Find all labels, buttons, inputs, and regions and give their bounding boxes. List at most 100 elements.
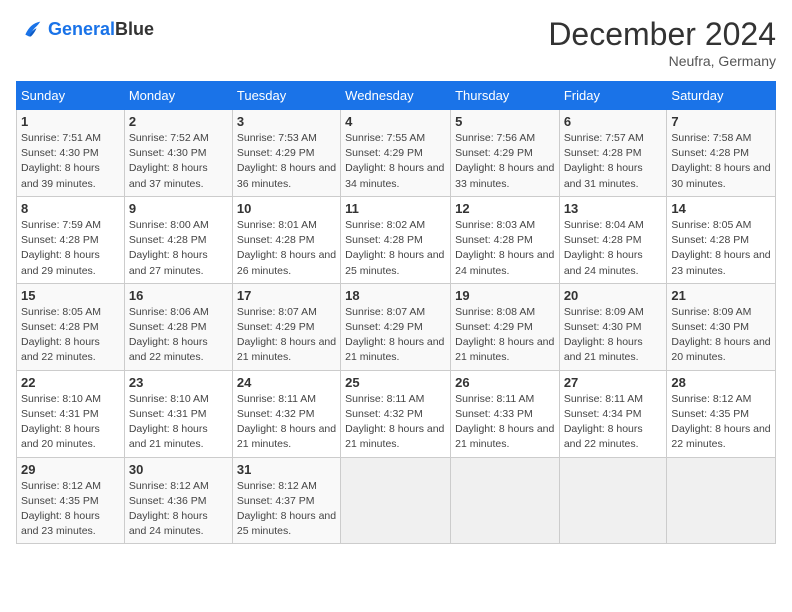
calendar-cell: 6 Sunrise: 7:57 AM Sunset: 4:28 PM Dayli… bbox=[559, 110, 667, 197]
day-info: Sunrise: 7:55 AM Sunset: 4:29 PM Dayligh… bbox=[345, 131, 446, 192]
day-info: Sunrise: 8:12 AM Sunset: 4:37 PM Dayligh… bbox=[237, 479, 336, 540]
day-number: 15 bbox=[21, 288, 120, 303]
day-number: 7 bbox=[671, 114, 771, 129]
calendar-cell: 2 Sunrise: 7:52 AM Sunset: 4:30 PM Dayli… bbox=[124, 110, 232, 197]
day-info: Sunrise: 8:00 AM Sunset: 4:28 PM Dayligh… bbox=[129, 218, 228, 279]
logo: GeneralBlue bbox=[16, 16, 154, 44]
day-number: 28 bbox=[671, 375, 771, 390]
calendar-cell: 26 Sunrise: 8:11 AM Sunset: 4:33 PM Dayl… bbox=[451, 370, 560, 457]
page-header: GeneralBlue December 2024 Neufra, German… bbox=[16, 16, 776, 69]
calendar-table: SundayMondayTuesdayWednesdayThursdayFrid… bbox=[16, 81, 776, 544]
day-info: Sunrise: 7:58 AM Sunset: 4:28 PM Dayligh… bbox=[671, 131, 771, 192]
day-number: 13 bbox=[564, 201, 663, 216]
calendar-cell: 30 Sunrise: 8:12 AM Sunset: 4:36 PM Dayl… bbox=[124, 457, 232, 544]
day-number: 9 bbox=[129, 201, 228, 216]
calendar-cell: 9 Sunrise: 8:00 AM Sunset: 4:28 PM Dayli… bbox=[124, 196, 232, 283]
day-number: 24 bbox=[237, 375, 336, 390]
location: Neufra, Germany bbox=[548, 53, 776, 69]
day-info: Sunrise: 8:11 AM Sunset: 4:32 PM Dayligh… bbox=[345, 392, 446, 453]
calendar-cell: 13 Sunrise: 8:04 AM Sunset: 4:28 PM Dayl… bbox=[559, 196, 667, 283]
calendar-cell: 21 Sunrise: 8:09 AM Sunset: 4:30 PM Dayl… bbox=[667, 283, 776, 370]
day-number: 25 bbox=[345, 375, 446, 390]
day-info: Sunrise: 8:11 AM Sunset: 4:34 PM Dayligh… bbox=[564, 392, 663, 453]
calendar-cell: 16 Sunrise: 8:06 AM Sunset: 4:28 PM Dayl… bbox=[124, 283, 232, 370]
day-number: 4 bbox=[345, 114, 446, 129]
day-info: Sunrise: 8:01 AM Sunset: 4:28 PM Dayligh… bbox=[237, 218, 336, 279]
calendar-cell: 25 Sunrise: 8:11 AM Sunset: 4:32 PM Dayl… bbox=[341, 370, 451, 457]
calendar-cell: 28 Sunrise: 8:12 AM Sunset: 4:35 PM Dayl… bbox=[667, 370, 776, 457]
calendar-cell: 17 Sunrise: 8:07 AM Sunset: 4:29 PM Dayl… bbox=[232, 283, 340, 370]
calendar-cell: 15 Sunrise: 8:05 AM Sunset: 4:28 PM Dayl… bbox=[17, 283, 125, 370]
day-number: 16 bbox=[129, 288, 228, 303]
day-of-week-header: Thursday bbox=[451, 82, 560, 110]
calendar-cell: 1 Sunrise: 7:51 AM Sunset: 4:30 PM Dayli… bbox=[17, 110, 125, 197]
calendar-cell: 11 Sunrise: 8:02 AM Sunset: 4:28 PM Dayl… bbox=[341, 196, 451, 283]
day-info: Sunrise: 8:07 AM Sunset: 4:29 PM Dayligh… bbox=[345, 305, 446, 366]
day-number: 10 bbox=[237, 201, 336, 216]
day-number: 1 bbox=[21, 114, 120, 129]
day-number: 30 bbox=[129, 462, 228, 477]
day-info: Sunrise: 8:12 AM Sunset: 4:35 PM Dayligh… bbox=[671, 392, 771, 453]
calendar-cell bbox=[667, 457, 776, 544]
day-number: 8 bbox=[21, 201, 120, 216]
calendar-cell: 12 Sunrise: 8:03 AM Sunset: 4:28 PM Dayl… bbox=[451, 196, 560, 283]
day-number: 5 bbox=[455, 114, 555, 129]
calendar-cell: 19 Sunrise: 8:08 AM Sunset: 4:29 PM Dayl… bbox=[451, 283, 560, 370]
logo-icon bbox=[16, 16, 44, 44]
day-number: 2 bbox=[129, 114, 228, 129]
day-number: 20 bbox=[564, 288, 663, 303]
calendar-cell bbox=[341, 457, 451, 544]
calendar-cell: 22 Sunrise: 8:10 AM Sunset: 4:31 PM Dayl… bbox=[17, 370, 125, 457]
calendar-row: 22 Sunrise: 8:10 AM Sunset: 4:31 PM Dayl… bbox=[17, 370, 776, 457]
day-of-week-header: Monday bbox=[124, 82, 232, 110]
calendar-cell: 7 Sunrise: 7:58 AM Sunset: 4:28 PM Dayli… bbox=[667, 110, 776, 197]
day-of-week-header: Wednesday bbox=[341, 82, 451, 110]
day-info: Sunrise: 7:57 AM Sunset: 4:28 PM Dayligh… bbox=[564, 131, 663, 192]
day-info: Sunrise: 7:59 AM Sunset: 4:28 PM Dayligh… bbox=[21, 218, 120, 279]
calendar-cell: 10 Sunrise: 8:01 AM Sunset: 4:28 PM Dayl… bbox=[232, 196, 340, 283]
day-info: Sunrise: 8:04 AM Sunset: 4:28 PM Dayligh… bbox=[564, 218, 663, 279]
day-info: Sunrise: 8:11 AM Sunset: 4:32 PM Dayligh… bbox=[237, 392, 336, 453]
calendar-row: 1 Sunrise: 7:51 AM Sunset: 4:30 PM Dayli… bbox=[17, 110, 776, 197]
day-number: 31 bbox=[237, 462, 336, 477]
day-of-week-header: Tuesday bbox=[232, 82, 340, 110]
day-info: Sunrise: 8:05 AM Sunset: 4:28 PM Dayligh… bbox=[21, 305, 120, 366]
day-info: Sunrise: 8:07 AM Sunset: 4:29 PM Dayligh… bbox=[237, 305, 336, 366]
day-info: Sunrise: 8:02 AM Sunset: 4:28 PM Dayligh… bbox=[345, 218, 446, 279]
calendar-cell: 20 Sunrise: 8:09 AM Sunset: 4:30 PM Dayl… bbox=[559, 283, 667, 370]
day-number: 6 bbox=[564, 114, 663, 129]
day-number: 23 bbox=[129, 375, 228, 390]
calendar-cell: 14 Sunrise: 8:05 AM Sunset: 4:28 PM Dayl… bbox=[667, 196, 776, 283]
day-number: 19 bbox=[455, 288, 555, 303]
day-number: 14 bbox=[671, 201, 771, 216]
day-info: Sunrise: 8:12 AM Sunset: 4:35 PM Dayligh… bbox=[21, 479, 120, 540]
calendar-cell: 3 Sunrise: 7:53 AM Sunset: 4:29 PM Dayli… bbox=[232, 110, 340, 197]
day-number: 26 bbox=[455, 375, 555, 390]
day-info: Sunrise: 7:53 AM Sunset: 4:29 PM Dayligh… bbox=[237, 131, 336, 192]
day-info: Sunrise: 8:11 AM Sunset: 4:33 PM Dayligh… bbox=[455, 392, 555, 453]
day-number: 3 bbox=[237, 114, 336, 129]
calendar-row: 8 Sunrise: 7:59 AM Sunset: 4:28 PM Dayli… bbox=[17, 196, 776, 283]
day-number: 22 bbox=[21, 375, 120, 390]
day-number: 27 bbox=[564, 375, 663, 390]
day-number: 11 bbox=[345, 201, 446, 216]
calendar-cell bbox=[451, 457, 560, 544]
day-info: Sunrise: 8:06 AM Sunset: 4:28 PM Dayligh… bbox=[129, 305, 228, 366]
calendar-row: 29 Sunrise: 8:12 AM Sunset: 4:35 PM Dayl… bbox=[17, 457, 776, 544]
day-info: Sunrise: 8:05 AM Sunset: 4:28 PM Dayligh… bbox=[671, 218, 771, 279]
day-info: Sunrise: 7:56 AM Sunset: 4:29 PM Dayligh… bbox=[455, 131, 555, 192]
calendar-cell: 23 Sunrise: 8:10 AM Sunset: 4:31 PM Dayl… bbox=[124, 370, 232, 457]
calendar-cell bbox=[559, 457, 667, 544]
day-info: Sunrise: 8:09 AM Sunset: 4:30 PM Dayligh… bbox=[671, 305, 771, 366]
calendar-row: 15 Sunrise: 8:05 AM Sunset: 4:28 PM Dayl… bbox=[17, 283, 776, 370]
calendar-cell: 8 Sunrise: 7:59 AM Sunset: 4:28 PM Dayli… bbox=[17, 196, 125, 283]
day-of-week-header: Friday bbox=[559, 82, 667, 110]
day-number: 29 bbox=[21, 462, 120, 477]
calendar-cell: 5 Sunrise: 7:56 AM Sunset: 4:29 PM Dayli… bbox=[451, 110, 560, 197]
day-info: Sunrise: 7:52 AM Sunset: 4:30 PM Dayligh… bbox=[129, 131, 228, 192]
day-info: Sunrise: 8:12 AM Sunset: 4:36 PM Dayligh… bbox=[129, 479, 228, 540]
month-title: December 2024 bbox=[548, 16, 776, 53]
calendar-cell: 31 Sunrise: 8:12 AM Sunset: 4:37 PM Dayl… bbox=[232, 457, 340, 544]
title-section: December 2024 Neufra, Germany bbox=[548, 16, 776, 69]
day-info: Sunrise: 8:09 AM Sunset: 4:30 PM Dayligh… bbox=[564, 305, 663, 366]
